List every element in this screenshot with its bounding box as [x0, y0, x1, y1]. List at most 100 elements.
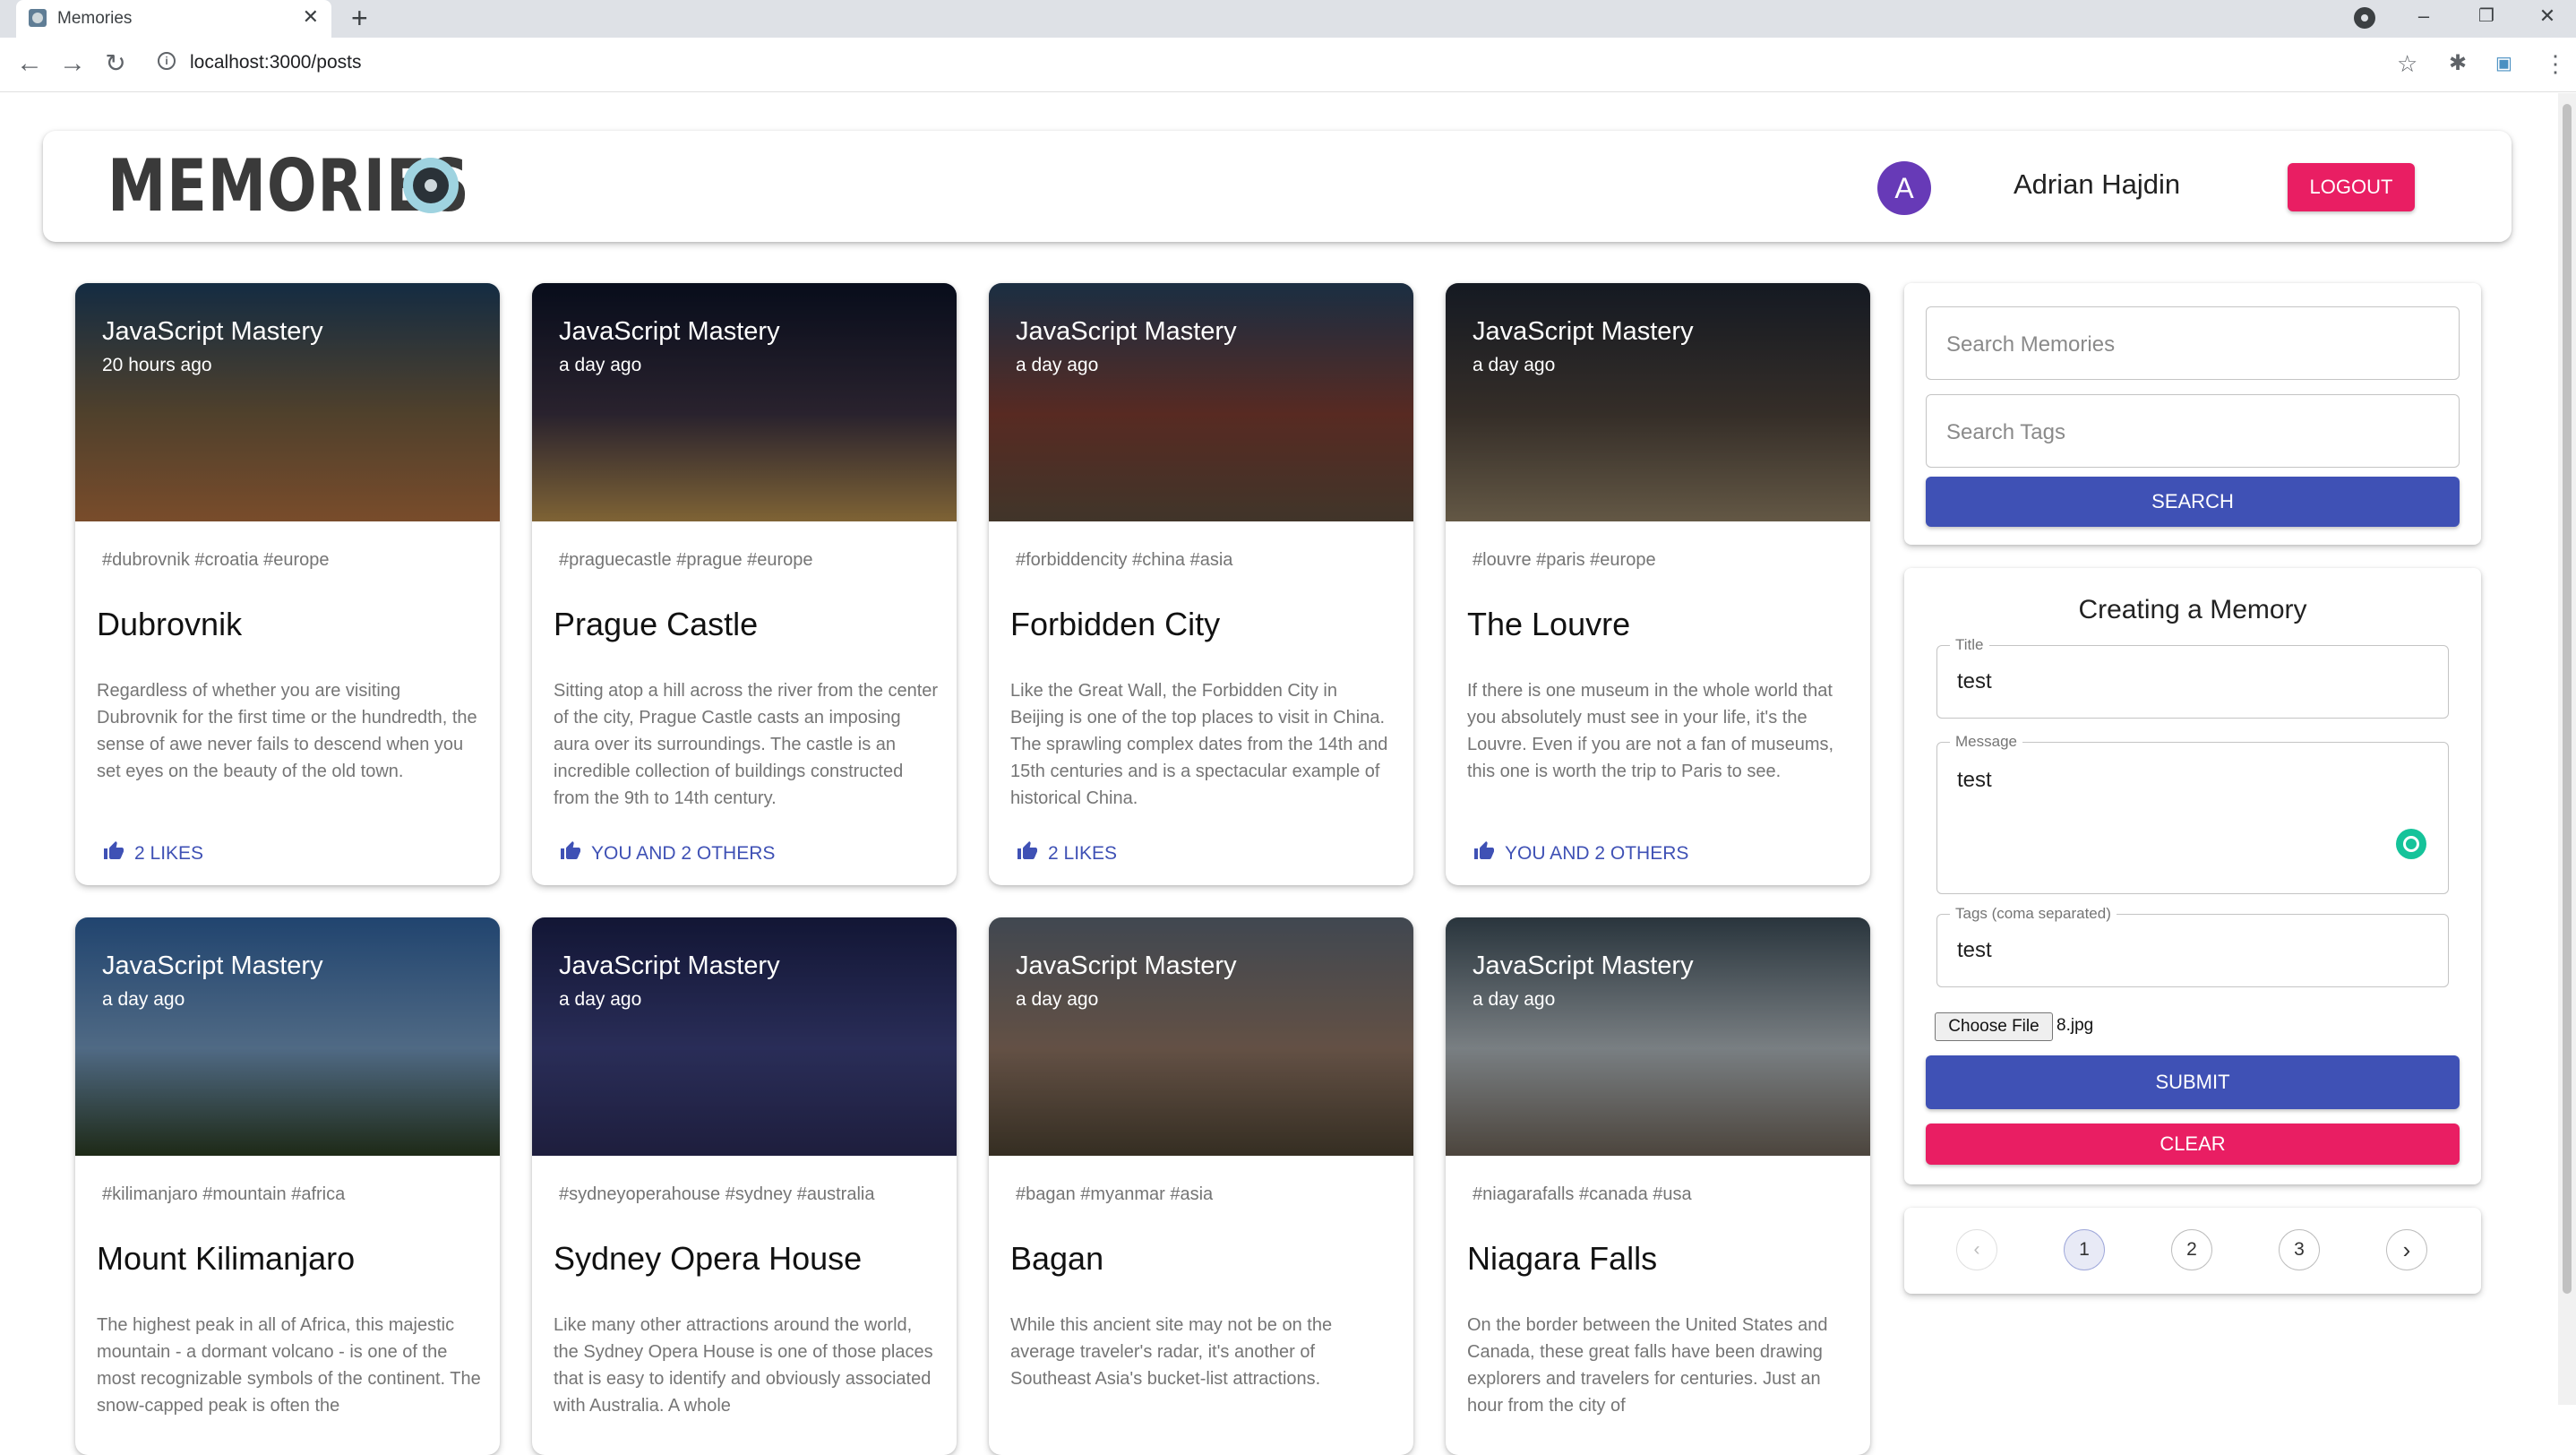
title-label: Title: [1950, 636, 1989, 654]
post-title: Forbidden City: [1010, 606, 1221, 642]
title-field[interactable]: Title test: [1936, 636, 2449, 719]
choose-file-button[interactable]: Choose File: [1935, 1012, 2053, 1041]
user-name: Adrian Hajdin: [2014, 168, 2181, 200]
avatar: A: [1877, 161, 1931, 215]
post-time: a day ago: [559, 989, 642, 1010]
profile-icon[interactable]: [2354, 7, 2375, 29]
message-field[interactable]: Message test: [1936, 733, 2449, 894]
bookmark-star-icon[interactable]: ☆: [2397, 48, 2417, 79]
extensions-icon[interactable]: ✱: [2449, 48, 2467, 79]
tags-label: Tags (coma separated): [1950, 905, 2117, 923]
post-card[interactable]: JavaScript Mastery a day ago #louvre #pari…: [1446, 283, 1870, 885]
tab-close-icon[interactable]: ✕: [303, 6, 319, 28]
post-tags: #bagan #myanmar #asia: [1016, 1184, 1214, 1204]
post-card[interactable]: JavaScript Mastery 20 hours ago #dubrovnik…: [75, 283, 500, 885]
post-message: Like the Great Wall, the Forbidden City …: [1010, 681, 1388, 808]
tab-title: Memories: [57, 9, 133, 28]
post-title: Mount Kilimanjaro: [97, 1240, 356, 1277]
post-tags: #dubrovnik #croatia #europe: [102, 550, 330, 570]
tags-value: test: [1957, 938, 1992, 962]
post-title: Bagan: [1010, 1240, 1104, 1277]
like-count: YOU AND 2 OTHERS: [591, 843, 776, 864]
post-tags: #niagarafalls #canada #usa: [1473, 1184, 1692, 1204]
search-memories-input[interactable]: Search Memories: [1926, 306, 2460, 380]
post-author: JavaScript Mastery: [1473, 317, 1694, 346]
page-3[interactable]: 3: [2279, 1229, 2320, 1270]
post-tags: #forbiddencity #china #asia: [1016, 550, 1233, 570]
menu-kebab-icon[interactable]: ⋮: [2544, 48, 2567, 79]
post-card[interactable]: JavaScript Mastery a day ago #niagarafalls…: [1446, 917, 1870, 1455]
post-card[interactable]: JavaScript Mastery a day ago #kilimanjaro …: [75, 917, 500, 1455]
thumb-up-icon: [102, 840, 125, 867]
forward-icon[interactable]: →: [57, 48, 88, 79]
address-bar[interactable]: localhost:3000/posts: [190, 52, 361, 73]
post-message: Regardless of whether you are visiting D…: [97, 681, 477, 781]
post-card[interactable]: JavaScript Mastery a day ago #forbiddencit…: [989, 283, 1413, 885]
page-scrollbar[interactable]: [2558, 93, 2576, 1405]
thumb-up-icon: [1473, 840, 1496, 867]
page-1[interactable]: 1: [2064, 1229, 2105, 1270]
like-count: 2 LIKES: [134, 843, 204, 864]
submit-button[interactable]: SUBMIT: [1926, 1055, 2460, 1109]
extension-icon[interactable]: ▣: [2495, 48, 2512, 79]
message-value: test: [1957, 768, 1992, 792]
search-tags-input[interactable]: Search Tags: [1926, 394, 2460, 468]
like-button[interactable]: YOU AND 2 OTHERS: [559, 840, 775, 867]
post-message: Sitting atop a hill across the river fro…: [554, 681, 939, 808]
post-author: JavaScript Mastery: [102, 951, 323, 980]
memory-form: Creating a Memory Title test Message tes…: [1904, 568, 2481, 1184]
post-title: Niagara Falls: [1467, 1240, 1658, 1277]
page-2[interactable]: 2: [2171, 1229, 2212, 1270]
post-time: a day ago: [1473, 989, 1556, 1010]
post-card[interactable]: JavaScript Mastery a day ago #praguecastle…: [532, 283, 957, 885]
post-time: a day ago: [1473, 355, 1556, 375]
pagination-prev-icon[interactable]: ‹: [1956, 1229, 1997, 1270]
clear-button[interactable]: CLEAR: [1926, 1124, 2460, 1165]
post-time: a day ago: [559, 355, 642, 375]
selected-file-name: 8.jpg: [2057, 1016, 2094, 1035]
post-title: The Louvre: [1467, 606, 1631, 642]
thumb-up-icon: [1016, 840, 1039, 867]
grammarly-icon[interactable]: [2396, 829, 2426, 859]
restore-icon[interactable]: ❐: [2461, 0, 2512, 36]
pagination-next-icon[interactable]: ›: [2386, 1229, 2427, 1270]
post-tags: #praguecastle #prague #europe: [559, 550, 813, 570]
post-tags: #louvre #paris #europe: [1473, 550, 1656, 570]
new-tab-icon[interactable]: +: [351, 2, 368, 34]
search-button[interactable]: SEARCH: [1926, 477, 2460, 527]
browser-tab[interactable]: Memories ✕: [16, 0, 331, 38]
site-info-icon[interactable]: i: [158, 52, 176, 70]
post-author: JavaScript Mastery: [1016, 951, 1237, 980]
reload-icon[interactable]: ↻: [100, 48, 131, 79]
search-memories-placeholder: Search Memories: [1946, 332, 2116, 357]
post-author: JavaScript Mastery: [559, 951, 780, 980]
like-button[interactable]: 2 LIKES: [1016, 840, 1117, 867]
scrollbar-thumb[interactable]: [2563, 104, 2572, 1294]
search-tags-placeholder: Search Tags: [1946, 420, 2065, 444]
minimize-icon[interactable]: –: [2399, 0, 2449, 36]
like-count: 2 LIKES: [1048, 843, 1118, 864]
title-value: test: [1957, 669, 1992, 693]
post-author: JavaScript Mastery: [1473, 951, 1694, 980]
post-title: Dubrovnik: [97, 606, 243, 642]
like-button[interactable]: YOU AND 2 OTHERS: [1473, 840, 1688, 867]
browser-tabbar: Memories ✕ + – ❐ ✕: [0, 0, 2576, 38]
app-bar: MEMORIES A Adrian Hajdin LOGOUT: [43, 131, 2512, 242]
post-message: On the border between the United States …: [1467, 1315, 1828, 1416]
like-count: YOU AND 2 OTHERS: [1505, 843, 1689, 864]
post-message: Like many other attractions around the w…: [554, 1315, 933, 1416]
like-button[interactable]: 2 LIKES: [102, 840, 203, 867]
back-icon[interactable]: ←: [14, 48, 45, 79]
logout-button[interactable]: LOGOUT: [2288, 163, 2415, 211]
post-time: a day ago: [1016, 355, 1099, 375]
post-time: a day ago: [102, 989, 185, 1010]
post-card[interactable]: JavaScript Mastery a day ago #bagan #myanm…: [989, 917, 1413, 1455]
post-title: Prague Castle: [554, 606, 759, 642]
tags-field[interactable]: Tags (coma separated) test: [1936, 905, 2449, 987]
favicon-icon: [29, 9, 47, 27]
window-close-icon[interactable]: ✕: [2522, 0, 2572, 36]
post-message: While this ancient site may not be on th…: [1010, 1315, 1333, 1389]
message-label: Message: [1950, 733, 2022, 751]
post-tags: #kilimanjaro #mountain #africa: [102, 1184, 346, 1204]
post-card[interactable]: JavaScript Mastery a day ago #sydneyoperah…: [532, 917, 957, 1455]
